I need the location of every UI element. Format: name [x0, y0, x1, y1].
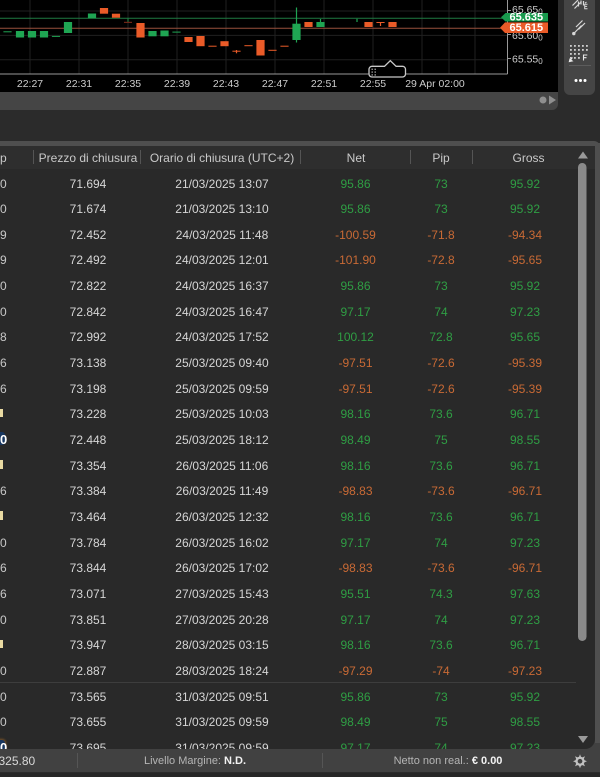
svg-text:22:51: 22:51	[311, 78, 337, 90]
svg-text:22:55: 22:55	[360, 78, 386, 90]
svg-text:29 Apr 02:00: 29 Apr 02:00	[405, 78, 465, 90]
svg-text:22:27: 22:27	[17, 78, 43, 90]
svg-text:65.550: 65.550	[512, 54, 543, 67]
svg-text:22:35: 22:35	[115, 78, 141, 90]
svg-text:22:39: 22:39	[164, 78, 190, 90]
svg-text:22:43: 22:43	[213, 78, 239, 90]
svg-text:65.615: 65.615	[510, 22, 544, 34]
svg-text:22:47: 22:47	[262, 78, 288, 90]
svg-text:22:31: 22:31	[66, 78, 92, 90]
